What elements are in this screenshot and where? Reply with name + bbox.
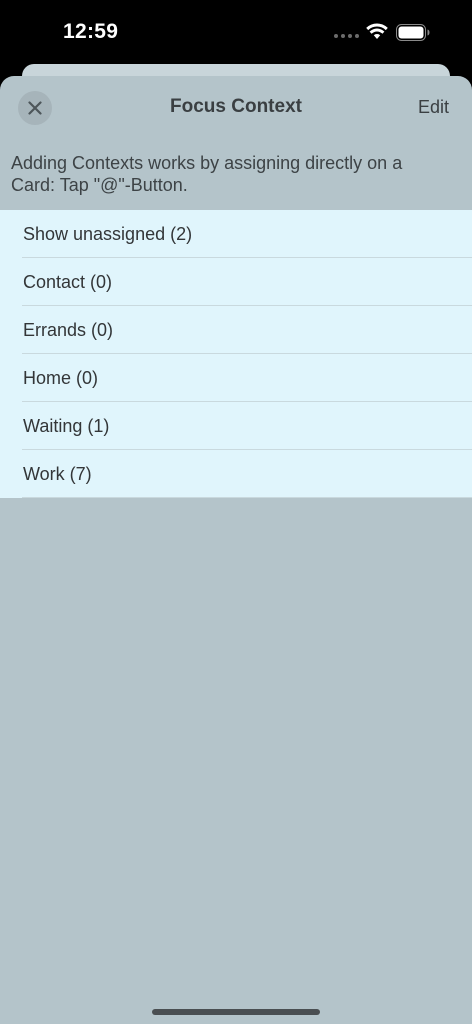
context-item-label: Waiting (1) [23, 416, 110, 436]
context-item-waiting[interactable]: Waiting (1) [0, 402, 472, 450]
battery-icon [396, 24, 430, 41]
focus-context-sheet: Focus Context Edit Adding Contexts works… [0, 76, 472, 1024]
context-item-label: Home (0) [23, 368, 99, 388]
signal-dots-icon [334, 34, 359, 38]
context-item-label: Errands (0) [23, 320, 114, 340]
context-item-home[interactable]: Home (0) [0, 354, 472, 402]
home-indicator[interactable] [152, 1009, 320, 1015]
context-item-work[interactable]: Work (7) [0, 450, 472, 498]
divider [22, 497, 472, 498]
context-list: Show unassigned (2) Contact (0) Errands … [0, 210, 472, 498]
context-item-contact[interactable]: Contact (0) [0, 258, 472, 306]
edit-button[interactable]: Edit [418, 97, 449, 118]
context-item-show-unassigned[interactable]: Show unassigned (2) [0, 210, 472, 258]
context-item-errands[interactable]: Errands (0) [0, 306, 472, 354]
wifi-icon [366, 23, 388, 39]
status-time: 12:59 [63, 20, 119, 43]
context-item-label: Show unassigned (2) [23, 224, 193, 244]
status-bar: 12:59 [0, 0, 472, 66]
info-text: Adding Contexts works by assigning direc… [11, 153, 403, 195]
context-item-label: Contact (0) [23, 272, 113, 292]
sheet-header: Focus Context Edit [0, 76, 472, 138]
page-title: Focus Context [170, 96, 302, 117]
context-item-label: Work (7) [23, 464, 92, 484]
